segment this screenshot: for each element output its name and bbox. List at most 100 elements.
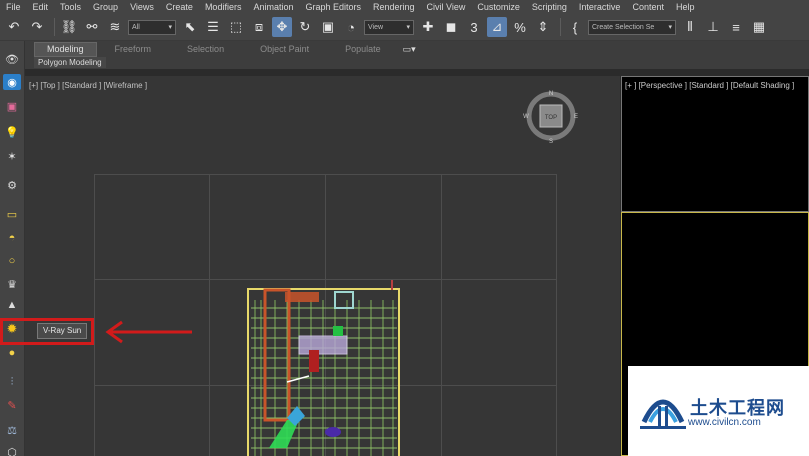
menu-content[interactable]: Content	[626, 0, 670, 14]
edit-named-selection-icon[interactable]: {	[565, 17, 585, 37]
tab-populate[interactable]: Populate	[327, 43, 399, 56]
viewcube-east: E	[574, 114, 578, 120]
selection-filter-dropdown[interactable]: All ▾	[128, 19, 176, 35]
menu-customize[interactable]: Customize	[471, 0, 526, 14]
main-toolbar: ↶ ↷ ⛓ ⚯ ≋ All ▾ ⬉ ☰ ⬚ ⧈ ✥ ↻ ▣ ◔ View ▾ ✚ ◼…	[0, 14, 809, 41]
menu-edit[interactable]: Edit	[27, 0, 55, 14]
vray-ies-icon[interactable]: ♛	[3, 276, 21, 292]
reference-coord-value: View	[368, 23, 384, 31]
toolbar-separator	[560, 18, 561, 36]
ribbon: Modeling Freeform Selection Object Paint…	[0, 41, 809, 69]
select-and-scale-icon[interactable]: ▣	[318, 17, 338, 37]
menu-tools[interactable]: Tools	[54, 0, 87, 14]
watermark-logo-icon	[640, 399, 686, 429]
select-and-rotate-icon[interactable]: ↻	[295, 17, 315, 37]
biped-icon[interactable]: ⬡	[3, 444, 21, 456]
scene-model-wireframe[interactable]	[247, 288, 400, 456]
select-and-move-icon[interactable]: ✥	[272, 17, 292, 37]
ribbon-options-icon[interactable]: ▭▾	[399, 43, 420, 56]
rect-selection-icon[interactable]: ⬚	[226, 17, 246, 37]
menu-rendering[interactable]: Rendering	[367, 0, 421, 14]
perspective-viewport-label[interactable]: [+ ] [Perspective ] [Standard ] [Default…	[625, 81, 794, 90]
menu-help[interactable]: Help	[670, 0, 701, 14]
grid-line	[556, 174, 557, 456]
mirror-icon[interactable]: ⫴	[680, 17, 700, 37]
menu-modifiers[interactable]: Modifiers	[199, 0, 248, 14]
align-icon[interactable]: ⊥	[703, 17, 723, 37]
menu-bar: File Edit Tools Group Views Create Modif…	[0, 0, 809, 14]
select-by-name-icon[interactable]: ☰	[203, 17, 223, 37]
annotation-arrow-icon	[105, 320, 192, 344]
toolbar-separator	[54, 18, 55, 36]
ribbon-panel-label: Polygon Modeling	[34, 57, 106, 68]
bones-icon[interactable]: ⚖	[3, 422, 21, 438]
vray-dome-icon[interactable]: ◓	[3, 230, 21, 246]
named-selection-dropdown[interactable]: Create Selection Se ▾	[588, 19, 676, 35]
menu-views[interactable]: Views	[124, 0, 160, 14]
menu-interactive[interactable]: Interactive	[573, 0, 627, 14]
chevron-down-icon: ▾	[168, 23, 172, 31]
grid-line	[441, 174, 442, 456]
vray-light-plane-icon[interactable]: ▭	[3, 206, 21, 222]
viewcube-west: W	[523, 114, 529, 120]
reference-coord-dropdown[interactable]: View ▾	[364, 19, 414, 35]
bind-space-warp-icon[interactable]: ≋	[105, 17, 125, 37]
menu-civil-view[interactable]: Civil View	[421, 0, 472, 14]
watermark: 土木工程网 www.civilcn.com	[628, 366, 809, 456]
named-selection-input: Create Selection Se	[592, 23, 655, 31]
unlink-icon[interactable]: ⚯	[82, 17, 102, 37]
menu-group[interactable]: Group	[87, 0, 124, 14]
vray-sphere-light-icon[interactable]: ○	[3, 253, 21, 269]
vray-sun-tooltip: V-Ray Sun	[37, 323, 88, 339]
menu-file[interactable]: File	[0, 0, 27, 14]
systems-icon[interactable]: ✎	[3, 397, 21, 413]
perspective-viewport[interactable]: [+ ] [Perspective ] [Standard ] [Default…	[621, 76, 809, 212]
viewcube-face-label[interactable]: TOP	[545, 115, 557, 121]
undo-icon[interactable]: ↶	[4, 17, 24, 37]
vray-ambient-light-icon[interactable]: ●	[3, 345, 21, 361]
layer-explorer-icon[interactable]: ≡	[726, 17, 746, 37]
create-panel-strip: 👁 ◉ ▣ 💡 ✶ ⚙ ▭ ◓ ○ ♛ ▲ ✹ ● ⫶ ✎ ⚖ ⬡	[0, 41, 25, 456]
viewcube-north: N	[549, 91, 553, 97]
camera-icon[interactable]: ◉	[3, 74, 21, 90]
tab-modeling[interactable]: Modeling	[34, 42, 97, 57]
menu-create[interactable]: Create	[160, 0, 199, 14]
lights-group-icon[interactable]: ✶	[3, 148, 21, 164]
link-icon[interactable]: ⛓	[59, 17, 79, 37]
snap-label: 3	[470, 19, 478, 35]
tab-freeform[interactable]: Freeform	[97, 43, 170, 56]
helper-icon[interactable]: ⚙	[3, 177, 21, 193]
select-manipulate-icon[interactable]: ◼	[441, 17, 461, 37]
light-icon[interactable]: 💡	[3, 124, 21, 140]
window-crossing-icon[interactable]: ⧈	[249, 17, 269, 37]
eye-icon[interactable]: 👁	[3, 51, 21, 67]
top-viewport-label[interactable]: [+] [Top ] [Standard ] [Wireframe ]	[29, 81, 147, 90]
angle-snap-icon[interactable]: ⊿	[487, 17, 507, 37]
tab-selection[interactable]: Selection	[169, 43, 242, 56]
redo-icon[interactable]: ↷	[27, 17, 47, 37]
toggle-ribbon-icon[interactable]: ▦	[749, 17, 769, 37]
tab-object-paint[interactable]: Object Paint	[242, 43, 327, 56]
vray-spot-icon[interactable]: ▲	[3, 297, 21, 313]
grid-line	[94, 174, 95, 456]
spinner-snap-icon[interactable]: ⇕	[533, 17, 553, 37]
chevron-down-icon: ▾	[406, 23, 410, 31]
image-icon[interactable]: ▣	[3, 98, 21, 114]
space-warp-icon[interactable]: ⫶	[3, 374, 21, 390]
viewcube-south: S	[549, 139, 553, 144]
chevron-down-icon: ▾	[668, 23, 672, 31]
percent-label: %	[514, 19, 526, 35]
select-and-place-icon[interactable]: ◔	[341, 17, 361, 37]
ribbon-tabs: Modeling Freeform Selection Object Paint…	[34, 42, 420, 57]
select-object-icon[interactable]: ⬉	[180, 17, 200, 37]
menu-graph-editors[interactable]: Graph Editors	[299, 0, 367, 14]
watermark-url: www.civilcn.com	[688, 417, 761, 428]
selection-filter-value: All	[132, 23, 140, 31]
grid-line	[209, 174, 210, 456]
snap-toggle-icon[interactable]: 3	[464, 17, 484, 37]
percent-snap-icon[interactable]: %	[510, 17, 530, 37]
menu-animation[interactable]: Animation	[247, 0, 299, 14]
viewcube[interactable]: TOP N S E W	[523, 88, 579, 144]
pivot-point-icon[interactable]: ✚	[418, 17, 438, 37]
menu-scripting[interactable]: Scripting	[526, 0, 573, 14]
